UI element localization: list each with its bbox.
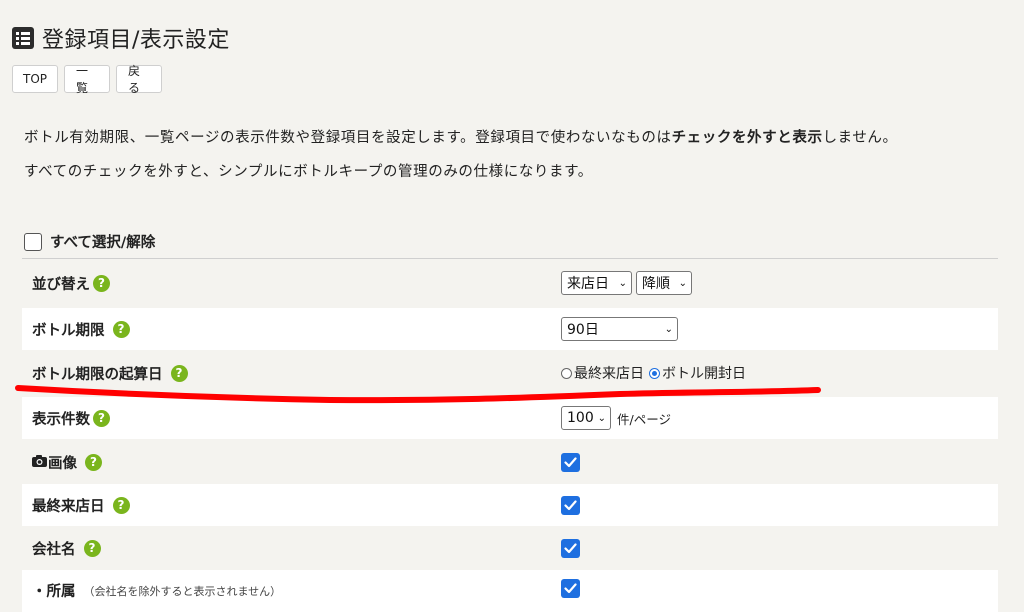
sort-order-select[interactable]: 降順 ⌄ [636,271,692,295]
affiliation-checkbox[interactable] [561,579,580,598]
checkmark-icon [564,583,577,594]
list-icon [12,27,34,49]
help-icon[interactable]: ? [93,274,110,292]
row-label: ボトル期限 ? [32,319,130,340]
description-text-end: しません。 [822,130,898,146]
display-count-value: 100 [567,410,594,426]
sort-label: 並び替え [32,276,90,293]
last-visit-controls [561,495,580,515]
settings-row-affiliation: ・所属 （会社名を除外すると表示されません） [22,570,998,612]
description-line-2: すべてのチェックを外すと、シンプルにボトルキープの管理のみの仕様になります。 [24,164,593,180]
checkmark-icon [564,542,577,553]
row-label: 並び替え ? [32,273,110,294]
select-all-checkbox[interactable] [24,232,42,251]
company-checkbox[interactable] [561,538,580,558]
affiliation-controls [561,579,580,598]
help-icon[interactable]: ? [112,496,130,514]
row-label: ・所属 （会社名を除外すると表示されません） [32,580,281,601]
checkmark-icon [564,499,577,510]
description-bold: チェックを外すと表示 [671,130,823,146]
sort-field-select[interactable]: 来店日 ⌄ [561,271,632,295]
bottle-period-value: 90日 [567,322,599,338]
row-label: 会社名 ? [32,538,101,559]
row-label: 表示件数 ? [32,408,110,429]
chevron-down-icon: ⌄ [678,277,687,289]
sort-order-value: 降順 [642,276,670,292]
description-line-1: ボトル有効期限、一覧ページの表示件数や登録項目を設定します。登録項目で使わないな… [24,126,898,147]
help-icon[interactable]: ? [83,539,101,557]
company-controls [561,538,580,558]
settings-row-company: 会社名 ? [22,527,998,569]
top-button[interactable]: TOP [12,65,58,93]
sort-controls: 来店日 ⌄ 降順 ⌄ [561,271,696,295]
settings-row-sort: 並び替え ? 来店日 ⌄ 降順 ⌄ [22,262,998,304]
chevron-down-icon: ⌄ [664,323,673,335]
checkmark-icon [564,456,577,467]
help-icon[interactable]: ? [85,453,102,471]
last-visit-checkbox[interactable] [561,495,580,515]
last-visit-label: 最終来店日 [32,498,105,515]
back-button[interactable]: 戻る [116,64,162,95]
help-icon[interactable]: ? [93,409,110,427]
display-count-unit: 件/ページ [617,411,671,427]
page-header: 登録項目/表示設定 [12,22,230,54]
red-underline-annotation [15,385,821,404]
image-checkbox[interactable] [561,452,580,472]
settings-row-bottle-period: ボトル期限 ? 90日 ⌄ [22,308,998,350]
chevron-down-icon: ⌄ [618,277,627,289]
settings-row-image: 画像 ? [22,441,998,483]
display-count-label: 表示件数 [32,411,90,428]
settings-row-last-visit: 最終来店日 ? [22,484,998,526]
affiliation-note: （会社名を除外すると表示されません） [83,584,282,598]
chevron-down-icon: ⌄ [597,412,606,424]
nav-buttons: TOP 一覧 戻る [12,64,162,95]
company-label: 会社名 [32,541,76,558]
row-label: 最終来店日 ? [32,495,130,516]
row-label: 画像 ? [32,452,102,473]
bottle-period-label: ボトル期限 [32,322,105,339]
list-button[interactable]: 一覧 [64,64,110,95]
image-controls [561,452,580,472]
description-text: ボトル有効期限、一覧ページの表示件数や登録項目を設定します。登録項目で使わないな… [24,130,672,146]
image-label: 画像 [48,455,77,472]
page-title: 登録項目/表示設定 [42,28,230,53]
affiliation-label: ・所属 [32,584,76,600]
sort-field-value: 来店日 [567,276,609,292]
divider [22,258,998,259]
bottle-period-select[interactable]: 90日 ⌄ [561,317,678,341]
camera-icon [32,454,47,471]
select-all-label: すべて選択/解除 [50,235,156,251]
bottle-period-controls: 90日 ⌄ [561,317,682,341]
select-all[interactable]: すべて選択/解除 [24,231,155,252]
help-icon[interactable]: ? [112,320,130,338]
